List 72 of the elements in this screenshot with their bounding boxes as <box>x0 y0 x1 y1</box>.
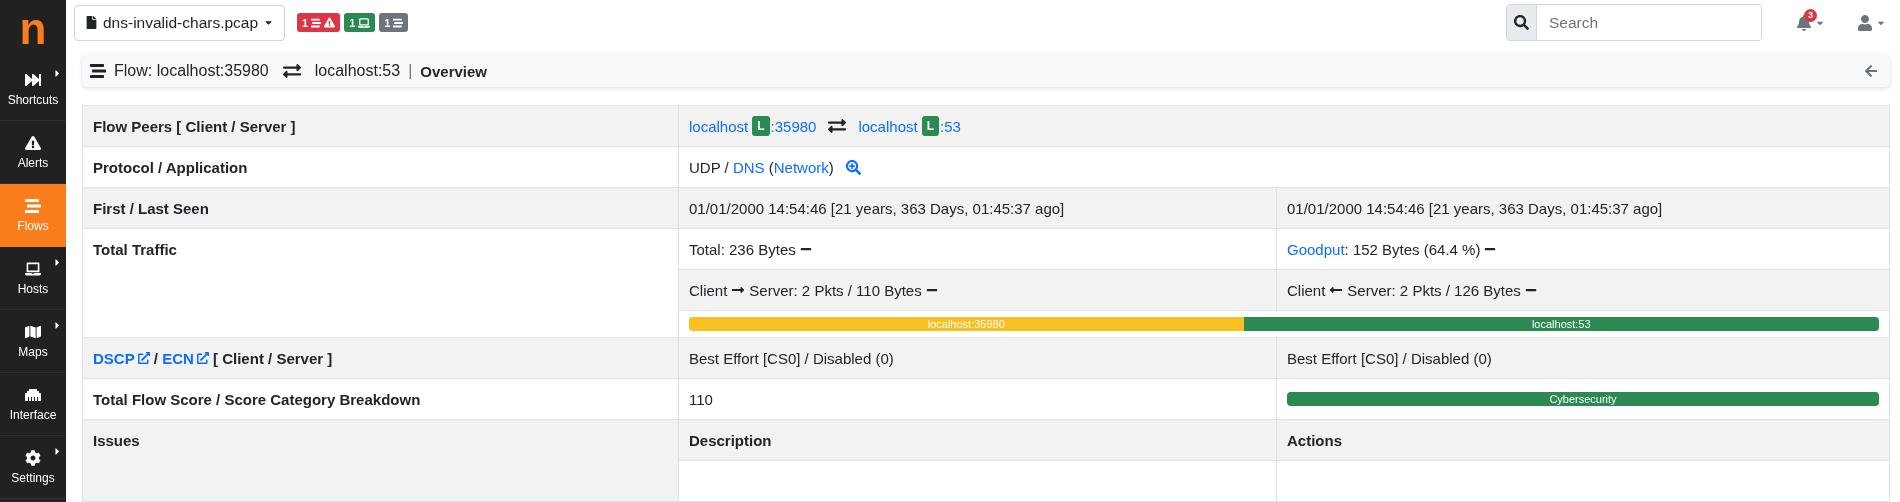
file-dropdown[interactable]: dns-invalid-chars.pcap <box>74 4 286 41</box>
page-title: Overview <box>420 62 488 80</box>
column-header: Actions <box>1276 419 1890 461</box>
cell-text: 01/01/2000 14:54:46 [21 years, 363 Days, 01:45:37 ago] <box>1287 199 1663 217</box>
search-icon <box>1514 15 1529 30</box>
cell-text: Goodput: 152 Bytes (64.4 %) <box>1287 240 1497 258</box>
cell-text: 01/01/2000 14:54:46 [21 years, 363 Days, 01:45:37 ago] <box>689 199 1065 217</box>
cell-text: Client Server: 2 Pkts / 110 Bytes <box>689 281 938 299</box>
local-badge: L <box>921 116 939 136</box>
flow-client: Flow: localhost:35980 <box>114 62 269 80</box>
flow-server: localhost:53 <box>314 62 401 80</box>
cell-text: Best Effort [CS0] / Disabled (0) <box>1287 349 1492 367</box>
sidebar-item[interactable]: Maps <box>0 310 66 373</box>
link[interactable]: DNS <box>732 158 765 176</box>
sidebar-item[interactable]: Interface <box>0 373 66 436</box>
ethernet-icon <box>25 386 41 403</box>
progress-segment: Cybersecurity <box>1287 392 1879 406</box>
back-icon[interactable] <box>1864 64 1878 78</box>
count-badge[interactable]: 1 <box>344 13 376 32</box>
cell-text: UDP / DNS (Network) <box>689 158 834 176</box>
host-link[interactable]: localhost <box>689 117 749 135</box>
link[interactable]: Network <box>773 158 829 176</box>
zoom-in-icon[interactable] <box>845 159 861 175</box>
sidebar-item[interactable]: Shortcuts <box>0 58 66 121</box>
list-icon <box>25 197 41 214</box>
warning-icon <box>25 134 41 151</box>
label-text: DSCP / ECN [ Client / Server ] <box>93 349 333 367</box>
label-text: Protocol / Application <box>93 158 248 176</box>
link[interactable]: ECN <box>162 349 209 367</box>
sidebar-item[interactable]: Settings <box>0 436 66 499</box>
progress-segment: localhost:53 <box>1243 317 1879 331</box>
link[interactable]: DSCP <box>93 349 150 367</box>
cell-text: Total: 236 Bytes <box>689 240 812 258</box>
separator: | <box>408 62 413 80</box>
label-text: Total Traffic <box>93 241 177 258</box>
user-icon <box>1857 14 1873 31</box>
label-text: Flow Peers [ Client / Server ] <box>93 117 296 135</box>
laptop-icon <box>358 16 371 29</box>
notifications-button[interactable]: 3 <box>1792 10 1829 35</box>
count-badge[interactable]: 1 <box>297 13 341 32</box>
exchange-icon <box>828 117 847 135</box>
exchange-icon <box>282 62 301 80</box>
label-text: Total Flow Score / Score Category Breakdown <box>93 390 421 408</box>
list-icon <box>311 17 322 28</box>
table-cell: 110 <box>678 378 1277 420</box>
port-link[interactable]: :35980 <box>770 117 817 135</box>
progress-segment: localhost:35980 <box>689 317 1244 331</box>
file-icon <box>85 16 98 29</box>
host-link[interactable]: localhost <box>858 117 918 135</box>
list-icon <box>393 17 404 28</box>
label-text: First / Last Seen <box>93 199 209 217</box>
sidebar-item[interactable]: Hosts <box>0 247 66 310</box>
port-link[interactable]: :53 <box>940 117 961 135</box>
laptop-icon <box>25 260 41 277</box>
cell-text: Best Effort [CS0] / Disabled (0) <box>689 349 894 367</box>
warning-icon <box>324 17 336 28</box>
fast-forward-icon <box>25 71 41 88</box>
notification-count: 3 <box>1804 8 1817 22</box>
label-text: Issues <box>93 432 140 449</box>
logo[interactable]: n <box>0 0 66 58</box>
list-icon <box>90 63 106 79</box>
search-field[interactable]: Search <box>1506 4 1762 41</box>
count-badge[interactable]: 1 <box>379 13 409 32</box>
map-icon <box>25 323 41 340</box>
cell-text: Client Server: 2 Pkts / 126 Bytes <box>1287 281 1537 299</box>
link[interactable]: Goodput <box>1287 240 1345 258</box>
column-header: Description <box>678 419 1277 461</box>
settings-icon <box>25 449 41 466</box>
external-link-icon <box>137 352 150 364</box>
external-link-icon <box>196 352 209 364</box>
sidebar-item[interactable]: Flows <box>0 184 66 247</box>
local-badge: L <box>752 116 770 136</box>
